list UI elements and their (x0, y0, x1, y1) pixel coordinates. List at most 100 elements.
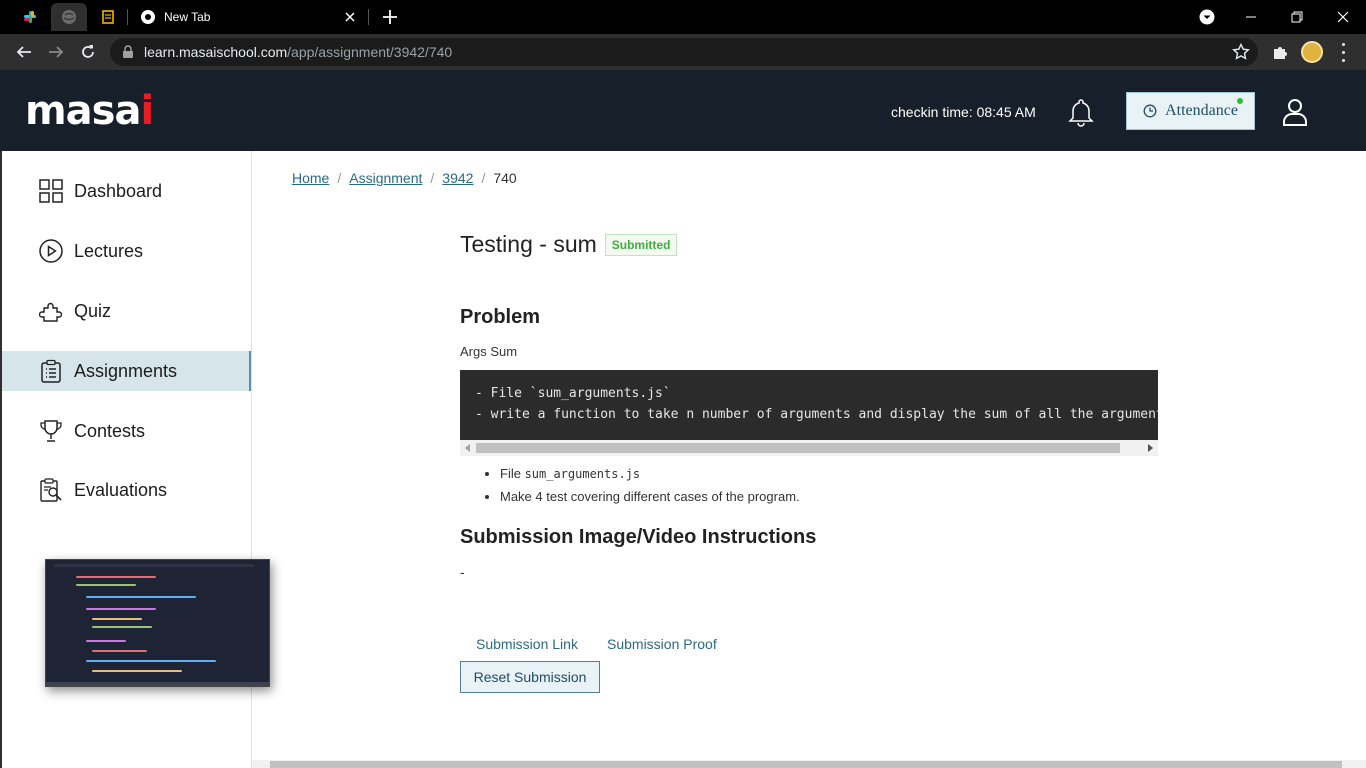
submission-instructions-heading: Submission Image/Video Instructions (460, 526, 817, 548)
lock-icon (123, 45, 133, 58)
submission-instructions-text: - (460, 564, 465, 580)
star-icon[interactable] (1232, 43, 1250, 61)
reload-icon (82, 45, 94, 58)
code-line: - File `sum_arguments.js` (475, 386, 671, 401)
reload-button[interactable] (74, 38, 102, 66)
problem-name: Args Sum (460, 344, 518, 359)
submission-proof-button[interactable]: Submission Proof (607, 636, 717, 652)
title-row: Testing - sum Submitted (460, 231, 678, 258)
browser-menu-button[interactable] (1336, 40, 1350, 64)
scroll-right-arrow[interactable] (1148, 444, 1153, 452)
sidebar-item-label: Evaluations (74, 479, 168, 500)
globe-icon (62, 10, 76, 24)
status-badge: Submitted (604, 233, 678, 256)
breadcrumb-assignment-link[interactable]: Assignment (349, 170, 422, 186)
trophy-icon (38, 418, 64, 444)
close-icon (1337, 11, 1349, 23)
instruction-list: File sum_arguments.js Make 4 test coveri… (482, 466, 800, 512)
report-search-icon (38, 477, 64, 503)
back-button[interactable] (10, 38, 38, 66)
sidebar-item-assignments[interactable]: Assignments (2, 351, 251, 391)
scroll-left-arrow[interactable] (465, 444, 470, 452)
problem-heading: Problem (460, 306, 541, 328)
play-circle-icon (38, 238, 64, 264)
tab-new-tab[interactable]: New Tab (130, 3, 366, 31)
submission-link-button[interactable]: Submission Link (476, 636, 578, 652)
code-block: - File `sum_arguments.js` - write a func… (460, 370, 1158, 440)
new-tab-button[interactable] (378, 5, 402, 29)
code-line: - write a function to take n number of a… (475, 407, 1158, 422)
online-indicator (1237, 98, 1243, 104)
code-horizontal-scrollbar[interactable] (460, 440, 1158, 456)
sidebar-item-lectures[interactable]: Lectures (2, 231, 251, 271)
breadcrumb-separator: / (430, 170, 435, 186)
list-item: Make 4 test covering different cases of … (500, 489, 800, 505)
clock-icon (1143, 104, 1157, 118)
masai-logo[interactable]: masai (25, 88, 154, 134)
sidebar-item-quiz[interactable]: Quiz (2, 291, 251, 331)
browser-toolbar: learn.masaischool.com/app/assignment/394… (0, 34, 1366, 70)
forward-button[interactable] (42, 38, 70, 66)
page-title: Testing - sum (460, 231, 597, 257)
puzzle-piece-icon (1274, 47, 1287, 59)
user-icon[interactable] (1282, 98, 1308, 126)
list-item: File sum_arguments.js (500, 466, 800, 482)
sidebar-item-evaluations[interactable]: Evaluations (2, 470, 251, 510)
attendance-button[interactable]: Attendance (1126, 92, 1255, 130)
tab-title: New Tab (164, 10, 211, 24)
sidebar-item-label: Lectures (74, 240, 144, 261)
restore-icon (1291, 11, 1303, 23)
page-horizontal-scrollbar[interactable] (252, 760, 1366, 768)
scrollbar-thumb[interactable] (270, 761, 1342, 768)
puzzle-icon (38, 298, 64, 324)
sidebar-item-label: Dashboard (74, 180, 163, 201)
close-window-button[interactable] (1320, 0, 1366, 34)
bookmark-app-icon (102, 10, 114, 24)
clipboard-icon (38, 358, 64, 384)
sidebar-item-contests[interactable]: Contests (2, 411, 251, 451)
breadcrumb-id-link[interactable]: 3942 (442, 170, 473, 186)
sidebar-item-dashboard[interactable]: Dashboard (2, 171, 251, 211)
breadcrumb: Home / Assignment / 3942 / 740 (292, 170, 517, 186)
tab-pinned-active[interactable] (51, 3, 87, 31)
breadcrumb-separator: / (337, 170, 342, 186)
url-text: learn.masaischool.com/app/assignment/394… (144, 44, 452, 60)
breadcrumb-separator: / (481, 170, 486, 186)
grid-icon (38, 178, 64, 204)
url-domain: learn.masaischool.com (144, 44, 288, 60)
bell-icon[interactable] (1066, 97, 1096, 127)
file-name-code: sum_arguments.js (524, 467, 641, 481)
checkin-time: checkin time: 08:45 AM (891, 104, 1036, 120)
slack-icon (24, 11, 36, 23)
scrollbar-thumb[interactable] (476, 443, 1120, 453)
profile-avatar[interactable] (1301, 41, 1323, 63)
breadcrumb-current: 740 (493, 170, 517, 186)
tab-bookmark-app[interactable] (90, 3, 126, 31)
plus-icon (383, 10, 397, 24)
tab-search-button[interactable] (1184, 0, 1230, 34)
attendance-label: Attendance (1165, 102, 1238, 119)
tab-close-button[interactable] (340, 7, 360, 27)
breadcrumb-home-link[interactable]: Home (292, 170, 329, 186)
chevron-down-circle-icon (1199, 9, 1215, 25)
arrow-left-icon (16, 46, 31, 58)
minimize-button[interactable] (1228, 0, 1274, 34)
sidebar-item-label: Quiz (74, 300, 112, 321)
minimize-icon (1246, 16, 1256, 18)
close-icon (345, 12, 355, 22)
address-bar[interactable]: learn.masaischool.com/app/assignment/394… (110, 38, 1258, 66)
site-header: masai checkin time: 08:45 AM Attendance (0, 70, 1366, 151)
tab-separator (368, 9, 369, 25)
tab-slack[interactable] (12, 3, 48, 31)
browser-tab-bar: New Tab (0, 0, 1366, 34)
arrow-right-icon (49, 46, 64, 58)
video-preview-thumbnail[interactable] (45, 559, 270, 687)
tab-separator (127, 9, 128, 25)
url-path: /app/assignment/3942/740 (287, 44, 453, 60)
reset-submission-button[interactable]: Reset Submission (460, 661, 600, 693)
sidebar-item-label: Assignments (74, 360, 178, 381)
chrome-icon (141, 10, 155, 24)
extensions-button[interactable] (1268, 40, 1292, 64)
sidebar-item-label: Contests (74, 420, 146, 441)
restore-button[interactable] (1274, 0, 1320, 34)
